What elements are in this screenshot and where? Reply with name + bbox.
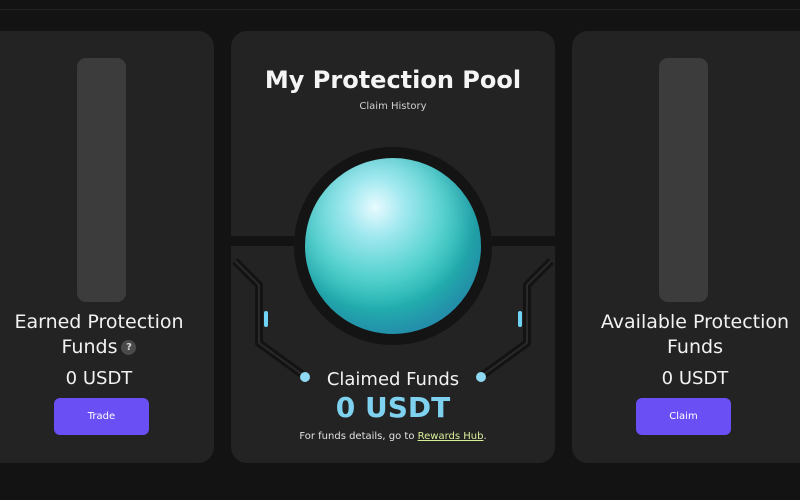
left-glow-segment [264,311,268,327]
earned-funds-card: Earned Protection Funds? 0 USDT Trade [0,31,214,463]
available-funds-title-line1: Available Protection [600,311,790,333]
protection-orb [305,158,481,334]
claimed-funds-amount: 0 USDT [335,391,451,424]
available-funds-pillar [659,58,708,302]
rewards-hub-link[interactable]: Rewards Hub [418,431,484,442]
available-funds-title-line2: Funds [667,336,723,358]
earned-funds-title-line2: Funds [61,336,118,358]
help-icon[interactable]: ? [121,340,137,355]
funds-details-note: For funds details, go to Rewards Hub. [231,431,555,442]
available-funds-card: Available Protection Funds 0 USDT Claim [572,31,800,463]
page-title: My Protection Pool [264,66,522,94]
protection-pool-page: Earned Protection Funds? 0 USDT Trade My… [0,0,800,500]
earned-funds-pillar [77,58,126,302]
funds-details-suffix: . [483,431,487,442]
earned-funds-title: Earned Protection Funds? [0,310,214,360]
available-funds-amount: 0 USDT [661,368,729,389]
earned-funds-amount: 0 USDT [65,368,133,389]
available-funds-title: Available Protection Funds [572,310,800,360]
trade-button[interactable]: Trade [54,398,149,435]
funds-details-prefix: For funds details, go to [299,431,418,442]
right-glow-segment [518,311,522,327]
claim-history-link[interactable]: Claim History [231,101,555,112]
top-divider [0,9,800,10]
earned-funds-title-line1: Earned Protection [14,311,184,333]
claim-button[interactable]: Claim [636,398,731,435]
protection-pool-card: My Protection Pool Claim History Claimed… [231,31,555,463]
claimed-funds-label: Claimed Funds [326,369,460,390]
